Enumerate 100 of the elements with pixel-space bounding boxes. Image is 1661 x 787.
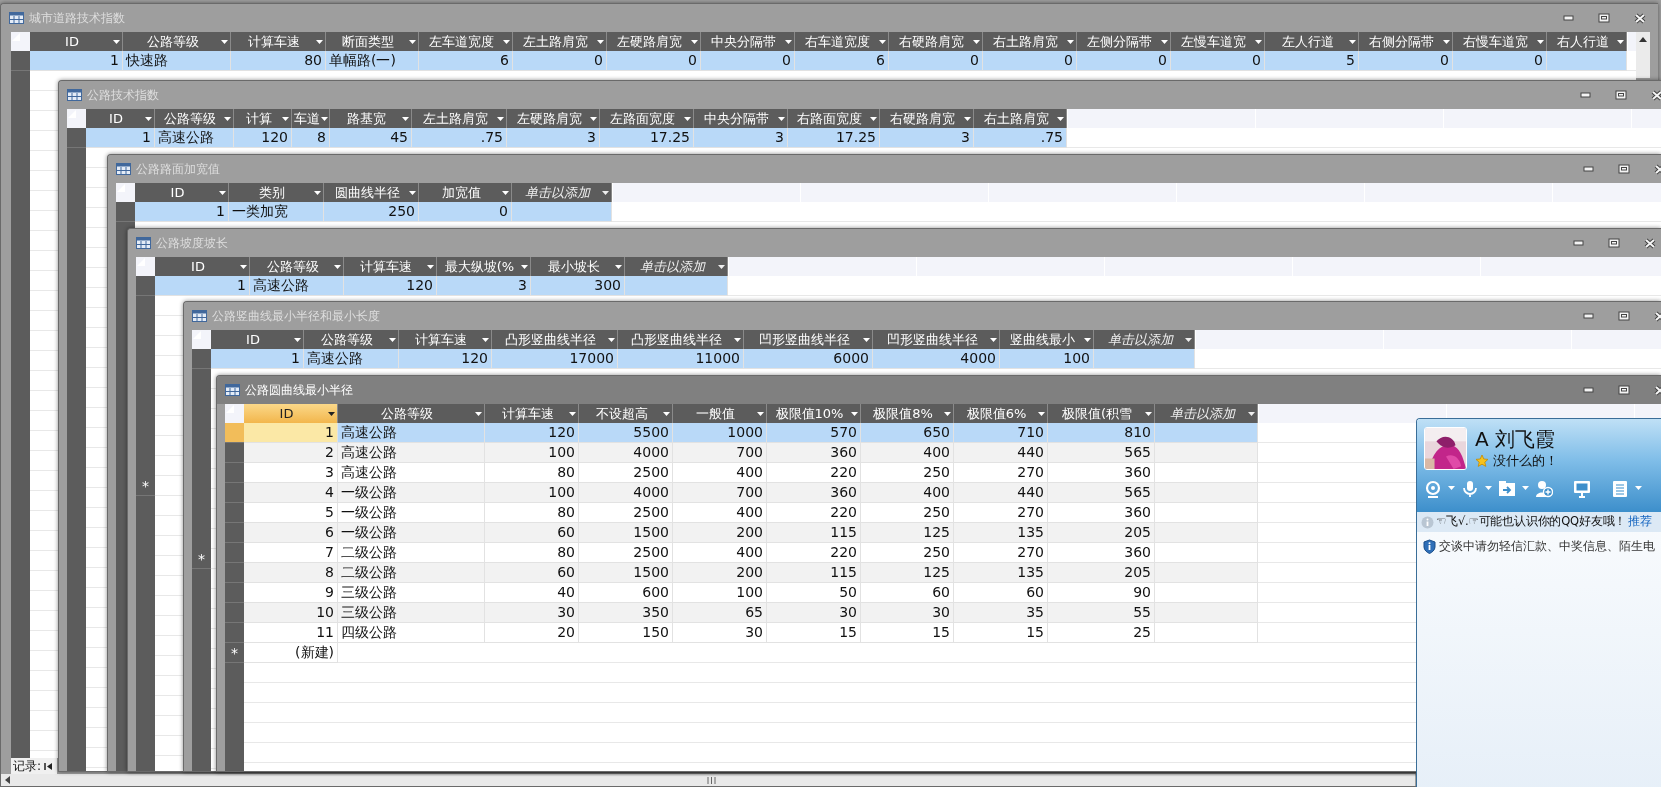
column-header[interactable]: 左侧分隔带 bbox=[1077, 32, 1171, 51]
column-header[interactable]: 凸形竖曲线半径 bbox=[492, 330, 618, 349]
column-header[interactable]: 左硬路肩宽 bbox=[507, 109, 600, 128]
column-header[interactable]: 左土路肩宽 bbox=[412, 109, 507, 128]
table-cell: 17000 bbox=[492, 349, 618, 369]
table-cell: 50 bbox=[767, 583, 861, 603]
column-header[interactable]: 右慢车道宽 bbox=[1453, 32, 1547, 51]
table-cell: 710 bbox=[954, 423, 1048, 443]
table-cell: 17.25 bbox=[600, 128, 694, 148]
table-cell: 60 bbox=[954, 583, 1048, 603]
column-header[interactable]: 计算车速 bbox=[399, 330, 492, 349]
column-header[interactable]: 车道 bbox=[292, 109, 330, 128]
column-header[interactable]: 右人行道 bbox=[1547, 32, 1627, 51]
table-cell: .75 bbox=[974, 128, 1067, 148]
column-header[interactable]: 最小坡长 bbox=[531, 257, 625, 276]
column-header[interactable]: 右硬路肩宽 bbox=[889, 32, 983, 51]
column-header[interactable]: 左车道宽度 bbox=[419, 32, 513, 51]
table-cell: 1 bbox=[244, 423, 338, 443]
add-column-header[interactable]: 单击以添加 bbox=[625, 257, 728, 276]
column-header[interactable]: ID bbox=[244, 404, 338, 423]
table-cell: 100 bbox=[485, 443, 579, 463]
column-header[interactable]: 竖曲线最小 bbox=[1000, 330, 1094, 349]
column-header[interactable]: 中央分隔带 bbox=[701, 32, 795, 51]
column-header[interactable]: ID bbox=[30, 32, 123, 51]
column-header[interactable]: 左慢车道宽 bbox=[1171, 32, 1265, 51]
window-title: 公路坡度坡长 bbox=[156, 235, 228, 252]
table-cell: 120 bbox=[399, 349, 492, 369]
column-header[interactable]: 计算车速 bbox=[231, 32, 326, 51]
recommend-link[interactable]: 推荐 bbox=[1628, 513, 1652, 531]
column-header[interactable]: 计算车速 bbox=[485, 404, 579, 423]
column-header[interactable]: 一般值 bbox=[673, 404, 767, 423]
new-record-selector[interactable]: * bbox=[136, 476, 155, 496]
table-cell: 200 bbox=[673, 563, 767, 583]
table-cell: 400 bbox=[673, 463, 767, 483]
add-column-header[interactable]: 单击以添加 bbox=[512, 183, 612, 202]
new-record-selector[interactable]: * bbox=[225, 643, 244, 663]
column-header[interactable]: 计算车速 bbox=[344, 257, 437, 276]
column-header[interactable]: 圆曲线半径 bbox=[324, 183, 419, 202]
column-header[interactable]: 右车道宽度 bbox=[795, 32, 889, 51]
column-header[interactable]: 中央分隔带 bbox=[694, 109, 788, 128]
window-title: 公路竖曲线最小半径和最小长度 bbox=[212, 308, 380, 325]
new-record-selector[interactable]: * bbox=[192, 549, 211, 569]
table-cell: 15 bbox=[767, 623, 861, 643]
column-header[interactable]: 路基宽 bbox=[330, 109, 412, 128]
column-header[interactable]: 公路等级 bbox=[123, 32, 231, 51]
column-header[interactable]: 右侧分隔带 bbox=[1359, 32, 1453, 51]
table-cell: 400 bbox=[861, 443, 954, 463]
column-header[interactable]: 右土路肩宽 bbox=[974, 109, 1067, 128]
column-header[interactable]: 类别 bbox=[229, 183, 324, 202]
table-cell: 11000 bbox=[618, 349, 744, 369]
table-cell: 一类加宽 bbox=[229, 202, 324, 222]
column-header[interactable]: 极限值6% bbox=[954, 404, 1048, 423]
table-cell: 570 bbox=[767, 423, 861, 443]
table-cell: 二级公路 bbox=[338, 543, 485, 563]
table-cell: 650 bbox=[861, 423, 954, 443]
column-header[interactable]: 右路面宽度 bbox=[788, 109, 880, 128]
status-message: 没什么的！ bbox=[1493, 452, 1558, 470]
table-cell: 3 bbox=[244, 463, 338, 483]
add-column-header[interactable]: 单击以添加 bbox=[1094, 330, 1195, 349]
column-header[interactable]: 加宽值 bbox=[419, 183, 512, 202]
column-header[interactable]: ID bbox=[86, 109, 155, 128]
column-header[interactable]: 公路等级 bbox=[250, 257, 344, 276]
table-cell: 250 bbox=[324, 202, 419, 222]
column-header[interactable]: 公路等级 bbox=[155, 109, 234, 128]
column-header[interactable]: 右硬路肩宽 bbox=[880, 109, 974, 128]
column-header[interactable]: 极限值(积雪 bbox=[1048, 404, 1155, 423]
table-cell: 2 bbox=[244, 443, 338, 463]
column-header[interactable]: 右土路肩宽 bbox=[983, 32, 1077, 51]
column-header[interactable]: 极限值8% bbox=[861, 404, 954, 423]
table-cell: 565 bbox=[1048, 483, 1155, 503]
column-header[interactable]: 凹形竖曲线半径 bbox=[744, 330, 873, 349]
table-cell: 360 bbox=[1048, 503, 1155, 523]
column-header[interactable]: 左路面宽度 bbox=[600, 109, 694, 128]
column-header[interactable]: 不设超高 bbox=[579, 404, 673, 423]
add-column-header[interactable]: 单击以添加 bbox=[1155, 404, 1258, 423]
column-header[interactable]: 左土路肩宽 bbox=[513, 32, 607, 51]
column-header[interactable]: ID bbox=[155, 257, 250, 276]
table-cell: 2500 bbox=[579, 543, 673, 563]
table-cell: 60 bbox=[861, 583, 954, 603]
column-header[interactable]: ID bbox=[211, 330, 304, 349]
table-cell: 250 bbox=[861, 503, 954, 523]
column-header[interactable]: 公路等级 bbox=[304, 330, 399, 349]
table-cell: 0 bbox=[513, 51, 607, 71]
column-header[interactable]: 左硬路肩宽 bbox=[607, 32, 701, 51]
column-header[interactable]: 左人行道 bbox=[1265, 32, 1359, 51]
column-header[interactable]: 计算 bbox=[234, 109, 292, 128]
column-header[interactable]: 极限值10% bbox=[767, 404, 861, 423]
table-cell: 65 bbox=[673, 603, 767, 623]
table-cell: 125 bbox=[861, 523, 954, 543]
column-header[interactable]: 凸形竖曲线半径 bbox=[618, 330, 744, 349]
column-header[interactable]: 凹形竖曲线半径 bbox=[873, 330, 1000, 349]
table-cell: 单幅路(一) bbox=[326, 51, 419, 71]
column-header[interactable]: ID bbox=[135, 183, 229, 202]
column-header[interactable]: 断面类型 bbox=[326, 32, 419, 51]
table-cell: 440 bbox=[954, 483, 1048, 503]
table-cell: 四级公路 bbox=[338, 623, 485, 643]
table-cell: 400 bbox=[673, 503, 767, 523]
table-cell: 120 bbox=[234, 128, 292, 148]
column-header[interactable]: 公路等级 bbox=[338, 404, 485, 423]
column-header[interactable]: 最大纵坡(% bbox=[437, 257, 531, 276]
